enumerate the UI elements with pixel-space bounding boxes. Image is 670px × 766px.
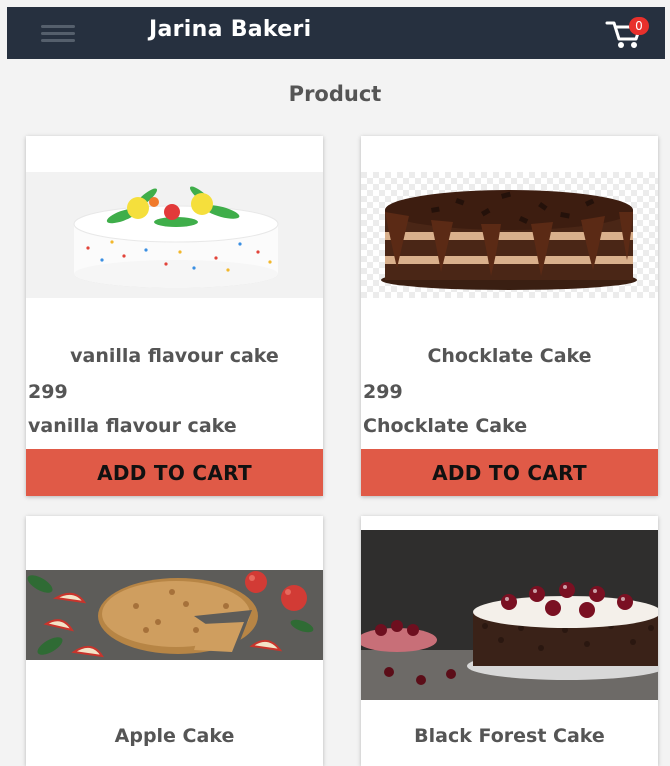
product-card: Apple Cake xyxy=(26,516,323,766)
product-card: Chocklate Cake 299 Chocklate Cake ADD TO… xyxy=(361,136,658,496)
product-card: Black Forest Cake xyxy=(361,516,658,766)
product-name: Apple Cake xyxy=(114,725,235,747)
product-description: Chocklate Cake xyxy=(363,415,528,437)
add-to-cart-button[interactable]: ADD TO CART xyxy=(26,449,323,496)
product-image[interactable] xyxy=(26,570,323,660)
product-price: 299 xyxy=(363,381,403,403)
product-name: vanilla flavour cake xyxy=(70,345,279,367)
product-card: vanilla flavour cake 299 vanilla flavour… xyxy=(26,136,323,496)
menu-button[interactable] xyxy=(35,21,81,45)
cart-count-badge: 0 xyxy=(629,17,649,35)
cart-button[interactable]: 0 xyxy=(605,15,649,51)
product-image[interactable] xyxy=(361,172,658,298)
product-description: vanilla flavour cake xyxy=(28,415,237,437)
product-name: Chocklate Cake xyxy=(427,345,592,367)
product-image[interactable] xyxy=(361,530,658,700)
add-to-cart-button[interactable]: ADD TO CART xyxy=(361,449,658,496)
hamburger-icon xyxy=(35,25,81,42)
product-image[interactable] xyxy=(26,172,323,298)
page-title: Product xyxy=(288,82,382,106)
product-price: 299 xyxy=(28,381,68,403)
app-bar: Jarina Bakeri 0 xyxy=(7,7,665,59)
app-title: Jarina Bakeri xyxy=(149,17,312,42)
product-name: Black Forest Cake xyxy=(414,725,605,747)
